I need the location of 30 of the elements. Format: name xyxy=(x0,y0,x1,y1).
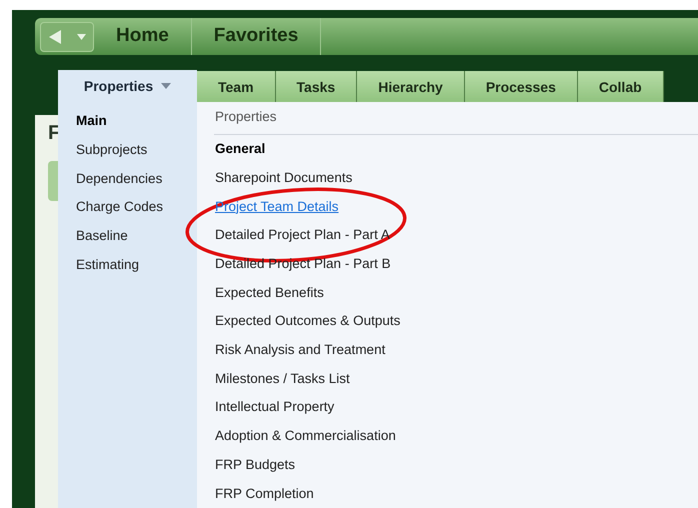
tab[interactable]: Team xyxy=(197,71,276,104)
menu-section[interactable]: Baseline xyxy=(58,222,197,250)
menu-link[interactable]: Intellectual Property xyxy=(214,397,334,418)
back-button[interactable] xyxy=(40,22,94,52)
tab[interactable]: Collab xyxy=(578,71,664,104)
menu-section[interactable]: Estimating xyxy=(58,250,197,280)
menu-header: Properties xyxy=(214,107,698,136)
menu-section[interactable]: Dependencies xyxy=(58,164,197,194)
menu-link[interactable]: Expected Outcomes & Outputs xyxy=(214,311,400,332)
menu-section[interactable]: Charge Codes xyxy=(58,193,197,222)
menu-link[interactable]: Milestones / Tasks List xyxy=(214,368,350,390)
caret-icon xyxy=(76,34,86,40)
menu-link[interactable]: Project Team Details xyxy=(214,196,339,217)
card-edge xyxy=(48,161,58,202)
menu-link[interactable]: FRP Completion xyxy=(214,484,314,504)
tab[interactable]: Properties xyxy=(58,70,197,102)
tab[interactable]: Processes xyxy=(464,71,578,104)
menu-link[interactable]: Expected Benefits xyxy=(214,282,324,303)
menu-link[interactable]: Sharepoint Documents xyxy=(214,168,352,188)
tab[interactable]: Hierarchy xyxy=(357,71,465,104)
menu-section[interactable]: Main xyxy=(58,107,197,136)
menu-link[interactable]: Risk Analysis and Treatment xyxy=(214,340,386,360)
nav-link[interactable]: Home xyxy=(94,18,192,56)
menu-heading[interactable]: General xyxy=(214,139,266,160)
tab[interactable]: Tasks xyxy=(276,71,358,104)
menu-link[interactable]: Adoption & Commercialisation xyxy=(214,426,396,446)
nav-link[interactable]: Favorites xyxy=(192,18,322,56)
menu-link[interactable]: FRP Budgets xyxy=(214,454,296,476)
menu-section[interactable]: Subprojects xyxy=(58,136,197,164)
left-triangle-icon xyxy=(48,28,62,45)
